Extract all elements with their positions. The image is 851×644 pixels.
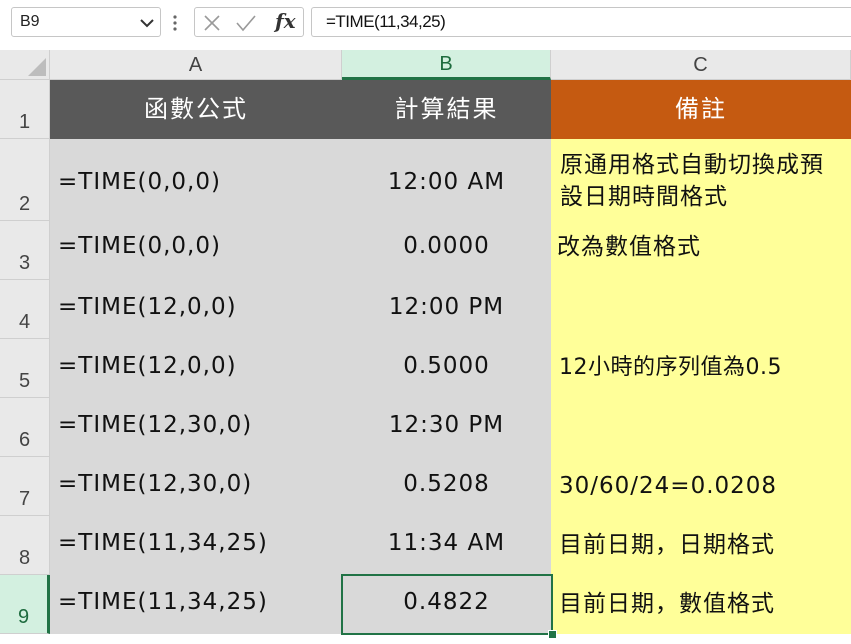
formula-text: =TIME(11,34,25) — [58, 589, 268, 615]
cell-c2[interactable]: 原通用格式自動切換成預設日期時間格式 — [551, 139, 851, 221]
note-text: 目前日期，日期格式 — [559, 532, 775, 558]
insert-function-button[interactable]: fx — [275, 9, 296, 33]
cell-c5[interactable]: 12小時的序列值為0.5 — [551, 339, 851, 398]
name-box-value: B9 — [20, 13, 40, 30]
note-text: 12小時的序列值為0.5 — [559, 355, 782, 380]
name-box[interactable]: B9 — [11, 7, 161, 37]
formula-text: =TIME(12,0,0) — [58, 294, 237, 320]
header-note-label: 備註 — [675, 95, 727, 123]
cell-a9[interactable]: =TIME(11,34,25) — [50, 575, 342, 634]
cell-c6[interactable] — [551, 398, 851, 457]
cell-c8[interactable]: 目前日期，日期格式 — [551, 516, 851, 575]
cell-b8[interactable]: 11:34 AM — [342, 516, 551, 575]
note-text: 改為數值格式 — [557, 234, 701, 260]
formula-text: =TIME(0,0,0) — [58, 169, 221, 195]
header-result-label: 計算結果 — [394, 95, 499, 123]
cell-c4[interactable] — [551, 280, 851, 339]
cell-b7[interactable]: 0.5208 — [342, 457, 551, 516]
checkmark-icon[interactable] — [235, 14, 257, 32]
cell-c7[interactable]: 30/60/24=0.0208 — [551, 457, 851, 516]
row-header-8[interactable]: 8 — [0, 516, 50, 575]
cell-a3[interactable]: =TIME(0,0,0) — [50, 221, 342, 280]
column-header-a[interactable]: A — [50, 50, 342, 80]
formula-bar: B9 fx =TIME(11,34,25) — [0, 0, 851, 46]
cell-c1[interactable]: 備註 — [551, 80, 851, 139]
row-header-6[interactable]: 6 — [0, 398, 50, 457]
result-text: 0.5000 — [403, 353, 490, 379]
note-text: 30/60/24=0.0208 — [559, 473, 778, 499]
formula-text: =TIME(11,34,25) — [326, 12, 446, 31]
row-header-4[interactable]: 4 — [0, 280, 50, 339]
result-text: 0.5208 — [403, 471, 490, 497]
active-cell-outline — [341, 574, 553, 635]
cell-b2[interactable]: 12:00 AM — [342, 139, 551, 221]
result-text: 12:00 AM — [387, 169, 506, 195]
cell-a8[interactable]: =TIME(11,34,25) — [50, 516, 342, 575]
column-header-c[interactable]: C — [551, 50, 851, 80]
row-header-2[interactable]: 2 — [0, 139, 50, 221]
cell-c3[interactable]: 改為數值格式 — [551, 221, 851, 280]
column-header-b[interactable]: B — [342, 50, 551, 80]
formula-text: =TIME(12,30,0) — [58, 412, 253, 438]
cell-b3[interactable]: 0.0000 — [342, 221, 551, 280]
cell-b4[interactable]: 12:00 PM — [342, 280, 551, 339]
formula-buttons: fx — [194, 7, 304, 37]
formula-text: =TIME(0,0,0) — [58, 233, 221, 259]
row-header-5[interactable]: 5 — [0, 339, 50, 398]
chevron-down-icon[interactable] — [139, 17, 155, 29]
formula-text: =TIME(12,0,0) — [58, 353, 237, 379]
cell-a7[interactable]: =TIME(12,30,0) — [50, 457, 342, 516]
result-text: 11:34 AM — [387, 530, 506, 556]
result-text: 12:00 PM — [388, 294, 505, 320]
cell-c9[interactable]: 目前日期，數值格式 — [551, 575, 851, 634]
row-header-3[interactable]: 3 — [0, 221, 50, 280]
select-all-button[interactable] — [0, 50, 50, 80]
more-options-icon[interactable] — [172, 14, 178, 32]
row-header-1[interactable]: 1 — [0, 80, 50, 139]
cell-b1[interactable]: 計算結果 — [342, 80, 551, 139]
fill-handle[interactable] — [548, 630, 557, 639]
cell-a6[interactable]: =TIME(12,30,0) — [50, 398, 342, 457]
spreadsheet-grid: A B C 1 2 3 4 5 6 7 8 9 函數公式 計算結果 備註 =TI… — [0, 50, 851, 644]
cancel-icon[interactable] — [203, 14, 221, 32]
cell-a1[interactable]: 函數公式 — [50, 80, 342, 139]
result-text: 0.0000 — [403, 233, 490, 259]
cell-a5[interactable]: =TIME(12,0,0) — [50, 339, 342, 398]
note-text: 原通用格式自動切換成預設日期時間格式 — [560, 152, 824, 210]
row-header-9[interactable]: 9 — [0, 575, 50, 634]
note-text: 目前日期，數值格式 — [559, 591, 775, 617]
empty-area — [0, 634, 851, 644]
formula-text: =TIME(12,30,0) — [58, 471, 253, 497]
row-header-7[interactable]: 7 — [0, 457, 50, 516]
cell-a4[interactable]: =TIME(12,0,0) — [50, 280, 342, 339]
result-text: 12:30 PM — [388, 412, 505, 438]
cell-b6[interactable]: 12:30 PM — [342, 398, 551, 457]
header-formula-label: 函數公式 — [144, 95, 248, 123]
cell-a2[interactable]: =TIME(0,0,0) — [50, 139, 342, 221]
formula-text: =TIME(11,34,25) — [58, 530, 268, 556]
formula-input[interactable]: =TIME(11,34,25) — [311, 7, 851, 37]
cell-b5[interactable]: 0.5000 — [342, 339, 551, 398]
